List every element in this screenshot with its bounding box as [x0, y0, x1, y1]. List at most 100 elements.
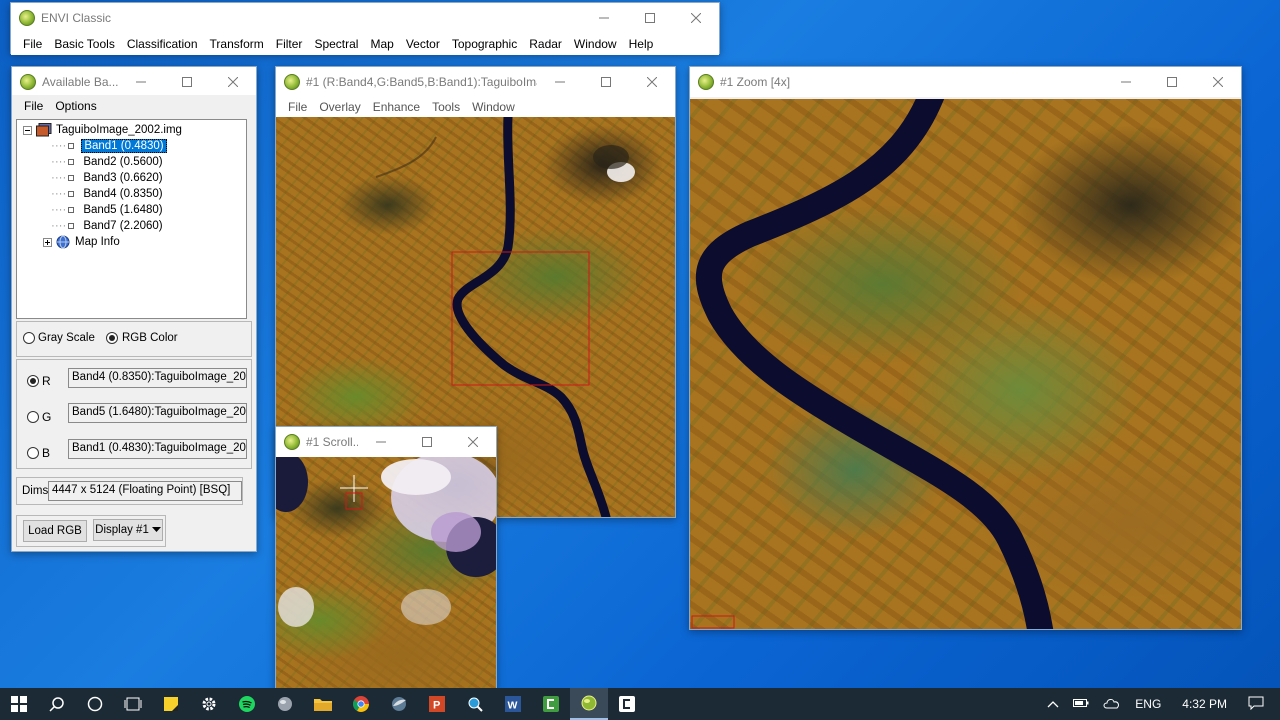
close-icon[interactable] [450, 427, 496, 457]
menu-file[interactable]: File [18, 99, 49, 113]
r-option[interactable]: R [27, 374, 51, 388]
scroll-image-view[interactable] [276, 457, 496, 691]
menu-map[interactable]: Map [364, 37, 399, 51]
camtasia-icon[interactable] [532, 688, 570, 720]
menu-window[interactable]: Window [568, 37, 623, 51]
band-item[interactable]: ···· Band2 (0.5600) [51, 154, 163, 170]
minimize-icon[interactable] [581, 3, 627, 33]
title-bar[interactable]: Available Ba... [12, 67, 256, 97]
windows-start-icon[interactable] [0, 688, 38, 720]
maximize-icon[interactable] [627, 3, 673, 33]
menu-topographic[interactable]: Topographic [446, 37, 523, 51]
b-option[interactable]: B [27, 446, 50, 460]
band-label[interactable]: Band7 (2.2060) [83, 220, 162, 232]
maximize-icon[interactable] [164, 67, 210, 97]
spotify-icon[interactable] [228, 688, 266, 720]
title-bar[interactable]: #1 (R:Band4,G:Band5,B:Band1):TaguiboIma.… [276, 67, 675, 97]
chrome-icon[interactable] [342, 688, 380, 720]
b-band-field[interactable]: Band1 (0.4830):TaguiboImage_2002 [68, 439, 247, 459]
g-option[interactable]: G [27, 410, 51, 424]
notification-icon[interactable] [1241, 696, 1280, 713]
menu-vector[interactable]: Vector [400, 37, 446, 51]
g-radio[interactable] [27, 411, 39, 423]
title-bar[interactable]: ENVI Classic [11, 3, 719, 33]
sticky-notes-icon[interactable] [152, 688, 190, 720]
b-radio[interactable] [27, 447, 39, 459]
menu-transform[interactable]: Transform [204, 37, 270, 51]
app-sphere-icon[interactable] [266, 688, 304, 720]
magnifier-app-icon[interactable] [456, 688, 494, 720]
app-wing-icon[interactable] [380, 688, 418, 720]
leaf-icon [68, 223, 75, 229]
menu-file[interactable]: File [17, 37, 48, 51]
menu-tools[interactable]: Tools [426, 100, 466, 114]
menu-help[interactable]: Help [623, 37, 660, 51]
menu-options[interactable]: Options [49, 99, 102, 113]
band-item[interactable]: ···· Band3 (0.6620) [51, 170, 163, 186]
clock-time[interactable]: 4:32 PM [1168, 697, 1241, 711]
band-label[interactable]: Band3 (0.6620) [83, 172, 162, 184]
main-menubar: File Basic Tools Classification Transfor… [11, 33, 719, 55]
close-icon[interactable] [629, 67, 675, 97]
display-select-button[interactable]: Display #1 [93, 519, 163, 541]
menu-classification[interactable]: Classification [121, 37, 204, 51]
menu-window[interactable]: Window [466, 100, 521, 114]
menu-enhance[interactable]: Enhance [367, 100, 426, 114]
maximize-icon[interactable] [1149, 67, 1195, 97]
rgb-color-radio[interactable] [106, 332, 118, 344]
band-item[interactable]: ···· Band4 (0.8350) [51, 186, 163, 202]
image-file-icon [36, 123, 52, 137]
file-explorer-icon[interactable] [304, 688, 342, 720]
rgb-color-option[interactable]: RGB Color [106, 332, 178, 344]
band-item[interactable]: ···· Band1 (0.4830) [51, 138, 167, 154]
menu-spectral[interactable]: Spectral [308, 37, 364, 51]
tree-file-node[interactable]: TaguiboImage_2002.img [23, 122, 182, 138]
close-icon[interactable] [210, 67, 256, 97]
language-indicator[interactable]: ENG [1128, 697, 1168, 711]
title-bar[interactable]: #1 Scroll... [276, 427, 496, 457]
band-label[interactable]: Band1 (0.4830) [81, 139, 167, 153]
minimize-icon[interactable] [118, 67, 164, 97]
menu-radar[interactable]: Radar [523, 37, 568, 51]
menu-filter[interactable]: Filter [270, 37, 309, 51]
powerpoint-icon[interactable]: P [418, 688, 456, 720]
envi-taskbar-icon[interactable] [570, 688, 608, 720]
minimize-icon[interactable] [537, 67, 583, 97]
title-bar[interactable]: #1 Zoom [4x] [690, 67, 1241, 97]
word-icon[interactable]: W [494, 688, 532, 720]
close-icon[interactable] [1195, 67, 1241, 97]
map-info-node[interactable]: Map Info [43, 234, 120, 250]
cortana-icon[interactable] [76, 688, 114, 720]
menu-overlay[interactable]: Overlay [313, 100, 366, 114]
battery-icon[interactable] [1066, 697, 1096, 711]
gray-scale-radio[interactable] [23, 332, 35, 344]
zoom-image-view[interactable] [690, 99, 1241, 629]
maximize-icon[interactable] [583, 67, 629, 97]
band-item[interactable]: ···· Band7 (2.2060) [51, 218, 163, 234]
load-rgb-button[interactable]: Load RGB [23, 520, 87, 542]
maximize-icon[interactable] [404, 427, 450, 457]
settings-gear-icon[interactable] [190, 688, 228, 720]
r-band-field[interactable]: Band4 (0.8350):TaguiboImage_2002 [68, 368, 247, 388]
close-icon[interactable] [673, 3, 719, 33]
collapse-icon[interactable] [23, 125, 32, 135]
band-label[interactable]: Band4 (0.8350) [83, 188, 162, 200]
band-item[interactable]: ···· Band5 (1.6480) [51, 202, 163, 218]
menu-file[interactable]: File [282, 100, 313, 114]
search-icon[interactable] [38, 688, 76, 720]
chevron-up-icon[interactable] [1040, 697, 1066, 711]
minimize-icon[interactable] [1103, 67, 1149, 97]
camtasia-recorder-icon[interactable] [608, 688, 646, 720]
scroll-overlay [276, 457, 496, 627]
menu-basic-tools[interactable]: Basic Tools [48, 37, 120, 51]
band-label[interactable]: Band5 (1.6480) [83, 204, 162, 216]
network-cloud-icon[interactable] [1096, 697, 1128, 712]
gray-scale-option[interactable]: Gray Scale [23, 332, 95, 344]
band-tree-view[interactable]: TaguiboImage_2002.img ···· Band1 (0.4830… [16, 119, 247, 319]
g-band-field[interactable]: Band5 (1.6480):TaguiboImage_2002 [68, 403, 247, 423]
minimize-icon[interactable] [358, 427, 404, 457]
task-view-icon[interactable] [114, 688, 152, 720]
band-label[interactable]: Band2 (0.5600) [83, 156, 162, 168]
expand-icon[interactable] [43, 237, 52, 247]
r-radio[interactable] [27, 375, 39, 387]
